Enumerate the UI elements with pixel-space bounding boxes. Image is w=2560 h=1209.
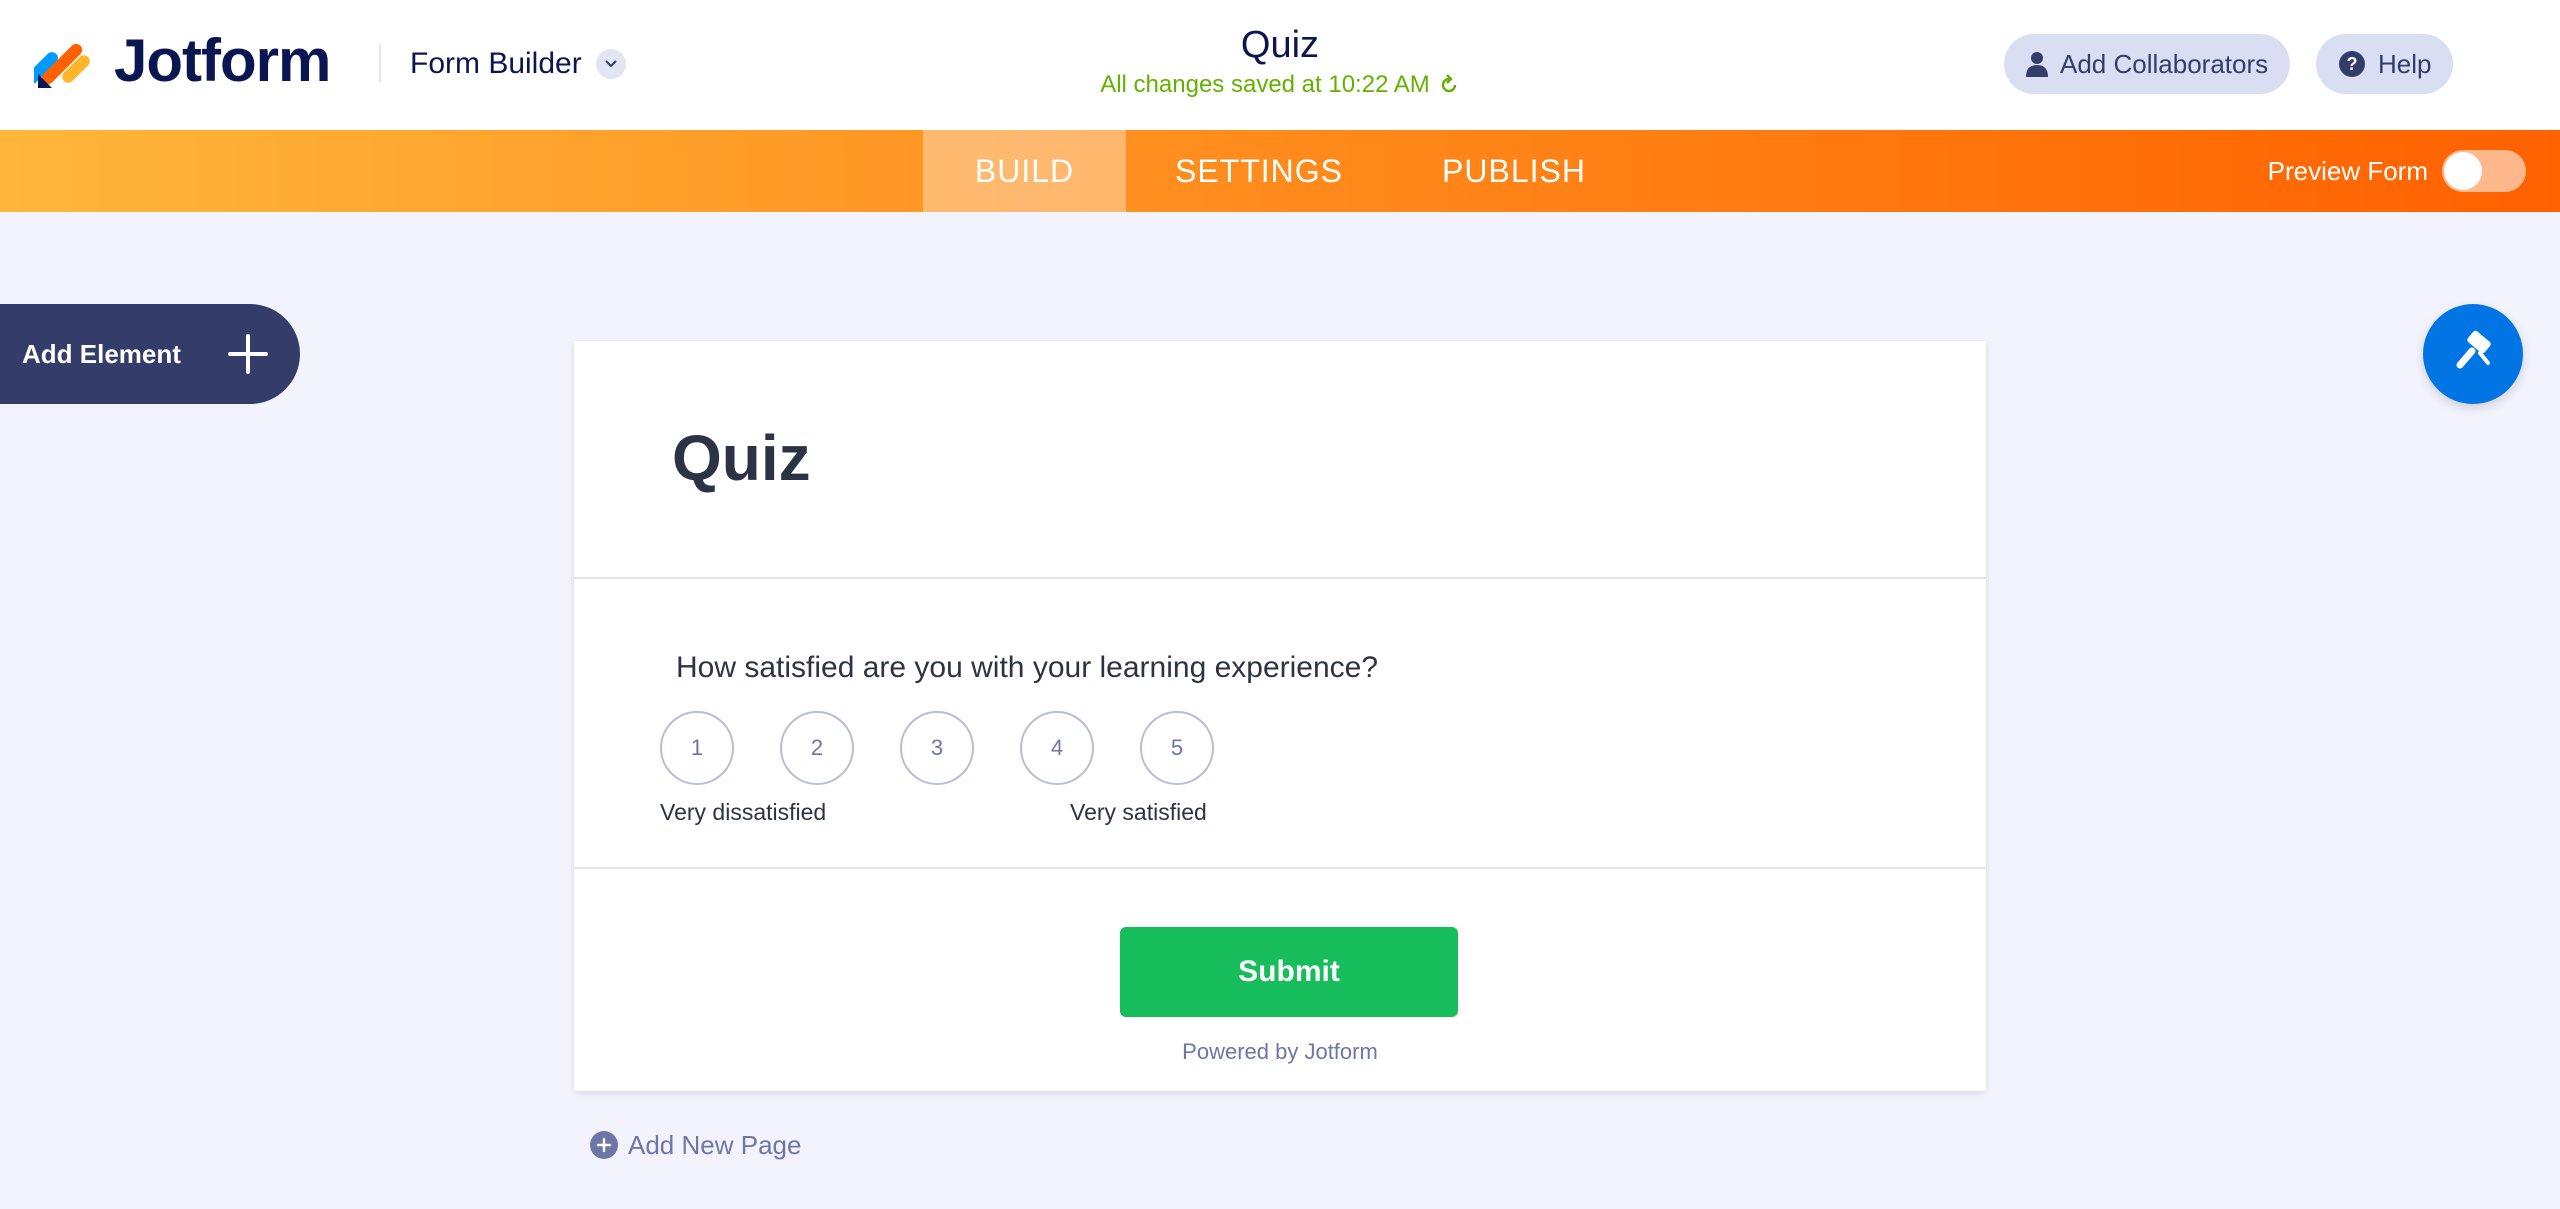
scale-rating-question[interactable]: How satisfied are you with your learning…	[574, 579, 1986, 1209]
jotform-logo-icon	[34, 43, 90, 88]
scale-option-2[interactable]: 2	[780, 711, 854, 785]
question-label[interactable]: How satisfied are you with your learning…	[676, 651, 1378, 685]
scale-option-1[interactable]: 1	[660, 711, 734, 785]
refresh-icon[interactable]	[1438, 74, 1460, 96]
powered-by-text[interactable]: Powered by Jotform	[574, 1039, 1986, 1065]
add-element-button[interactable]: Add Element	[0, 304, 300, 404]
scale-high-label: Very satisfied	[1070, 799, 1207, 825]
svg-text:?: ?	[2347, 54, 2358, 74]
plus-icon	[228, 334, 268, 374]
form-heading[interactable]: Quiz	[672, 421, 811, 495]
preview-form-label: Preview Form	[2267, 155, 2428, 186]
form-builder-menu[interactable]: Form Builder	[410, 44, 626, 84]
help-button[interactable]: ? Help	[2316, 34, 2454, 94]
brand-name: Jotform	[114, 26, 331, 94]
tab-publish[interactable]: PUBLISH	[1392, 130, 1636, 212]
plus-circle-icon	[590, 1131, 618, 1159]
add-new-page-button[interactable]: Add New Page	[590, 1128, 801, 1162]
scale-low-label: Very dissatisfied	[660, 799, 827, 825]
form-builder-label: Form Builder	[410, 47, 582, 80]
section-divider	[574, 867, 1986, 869]
save-status: All changes saved at 10:22 AM	[1080, 71, 1480, 99]
help-icon: ?	[2338, 50, 2366, 78]
scale-option-4[interactable]: 4	[1020, 711, 1094, 785]
user-icon	[2026, 51, 2048, 77]
form-card: Quiz How satisfied are you with your lea…	[574, 341, 1986, 1091]
chevron-down-icon	[595, 49, 626, 79]
scale-option-5[interactable]: 5	[1140, 711, 1214, 785]
add-collaborators-label: Add Collaborators	[2060, 48, 2269, 79]
tab-settings[interactable]: SETTINGS	[1126, 130, 1392, 212]
add-new-page-label: Add New Page	[628, 1129, 802, 1160]
help-label: Help	[2378, 48, 2432, 79]
header-form-title[interactable]: Quiz	[1080, 24, 1480, 67]
form-designer-button[interactable]	[2423, 304, 2523, 404]
preview-form-toggle[interactable]	[2442, 150, 2526, 192]
header-divider	[379, 44, 381, 82]
builder-nav-bar: BUILD SETTINGS PUBLISH Preview Form	[0, 130, 2560, 212]
top-header: Jotform Form Builder Quiz All changes sa…	[0, 0, 2560, 130]
add-collaborators-button[interactable]: Add Collaborators	[2004, 34, 2291, 94]
add-element-label: Add Element	[22, 338, 181, 369]
paint-roller-icon	[2456, 330, 2491, 369]
preview-form-control: Preview Form	[2268, 130, 2526, 212]
form-header-section[interactable]: Quiz	[574, 341, 1986, 579]
form-title-area: Quiz All changes saved at 10:22 AM	[1080, 24, 1480, 99]
jotform-logo[interactable]: Jotform	[34, 26, 331, 94]
scale-option-3[interactable]: 3	[900, 711, 974, 785]
save-status-text: All changes saved at 10:22 AM	[1100, 71, 1430, 98]
toggle-knob	[2444, 152, 2482, 190]
tab-build[interactable]: BUILD	[923, 130, 1126, 212]
submit-button[interactable]: Submit	[1120, 927, 1458, 1017]
